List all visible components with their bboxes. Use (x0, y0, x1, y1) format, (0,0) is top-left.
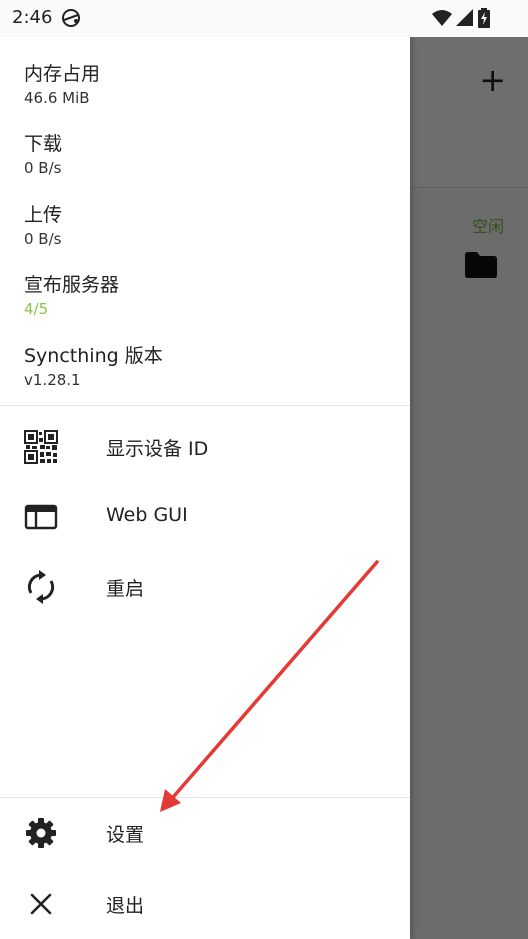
navigation-drawer: 内存占用 46.6 MiB 下载 0 B/s 上传 0 B/s 宣布服务器 4/… (0, 37, 410, 939)
upload-label: 上传 (24, 204, 63, 226)
info-announce-servers: 宣布服务器 4/5 (24, 270, 119, 318)
status-bar: 2:46 (0, 0, 528, 37)
menu-label: 重启 (106, 578, 145, 600)
menu-label: 显示设备 ID (106, 438, 209, 460)
announce-servers-value: 4/5 (24, 300, 49, 318)
upload-value: 0 B/s (24, 230, 62, 248)
menu-restart[interactable]: 重启 (0, 552, 410, 622)
info-memory: 内存占用 46.6 MiB (24, 59, 100, 107)
wifi-icon (432, 9, 452, 31)
menu-label: 设置 (106, 824, 145, 846)
download-value: 0 B/s (24, 159, 62, 177)
version-value: v1.28.1 (24, 371, 81, 389)
close-icon (24, 887, 58, 921)
sync-app-icon (60, 7, 82, 33)
divider (0, 405, 410, 406)
info-version: Syncthing 版本 v1.28.1 (24, 341, 163, 389)
menu-exit[interactable]: 退出 (0, 869, 410, 939)
announce-servers-label: 宣布服务器 (24, 274, 120, 296)
gear-icon (24, 816, 58, 850)
qr-code-icon (24, 430, 58, 464)
menu-show-device-id[interactable]: 显示设备 ID (0, 412, 410, 482)
web-window-icon (24, 500, 58, 534)
info-upload: 上传 0 B/s (24, 200, 62, 248)
menu-label: Web GUI (106, 504, 188, 526)
menu-settings[interactable]: 设置 (0, 798, 410, 868)
drawer-scrim[interactable] (410, 37, 528, 939)
signal-icon (456, 9, 474, 31)
memory-value: 46.6 MiB (24, 89, 90, 107)
status-time: 2:46 (12, 7, 53, 28)
menu-web-gui[interactable]: Web GUI (0, 482, 410, 552)
info-download: 下载 0 B/s (24, 129, 62, 177)
memory-label: 内存占用 (24, 63, 101, 85)
version-label: Syncthing 版本 (24, 345, 163, 367)
menu-label: 退出 (106, 895, 145, 917)
battery-charging-icon (478, 8, 490, 32)
restart-icon (24, 570, 58, 604)
download-label: 下载 (24, 133, 63, 155)
